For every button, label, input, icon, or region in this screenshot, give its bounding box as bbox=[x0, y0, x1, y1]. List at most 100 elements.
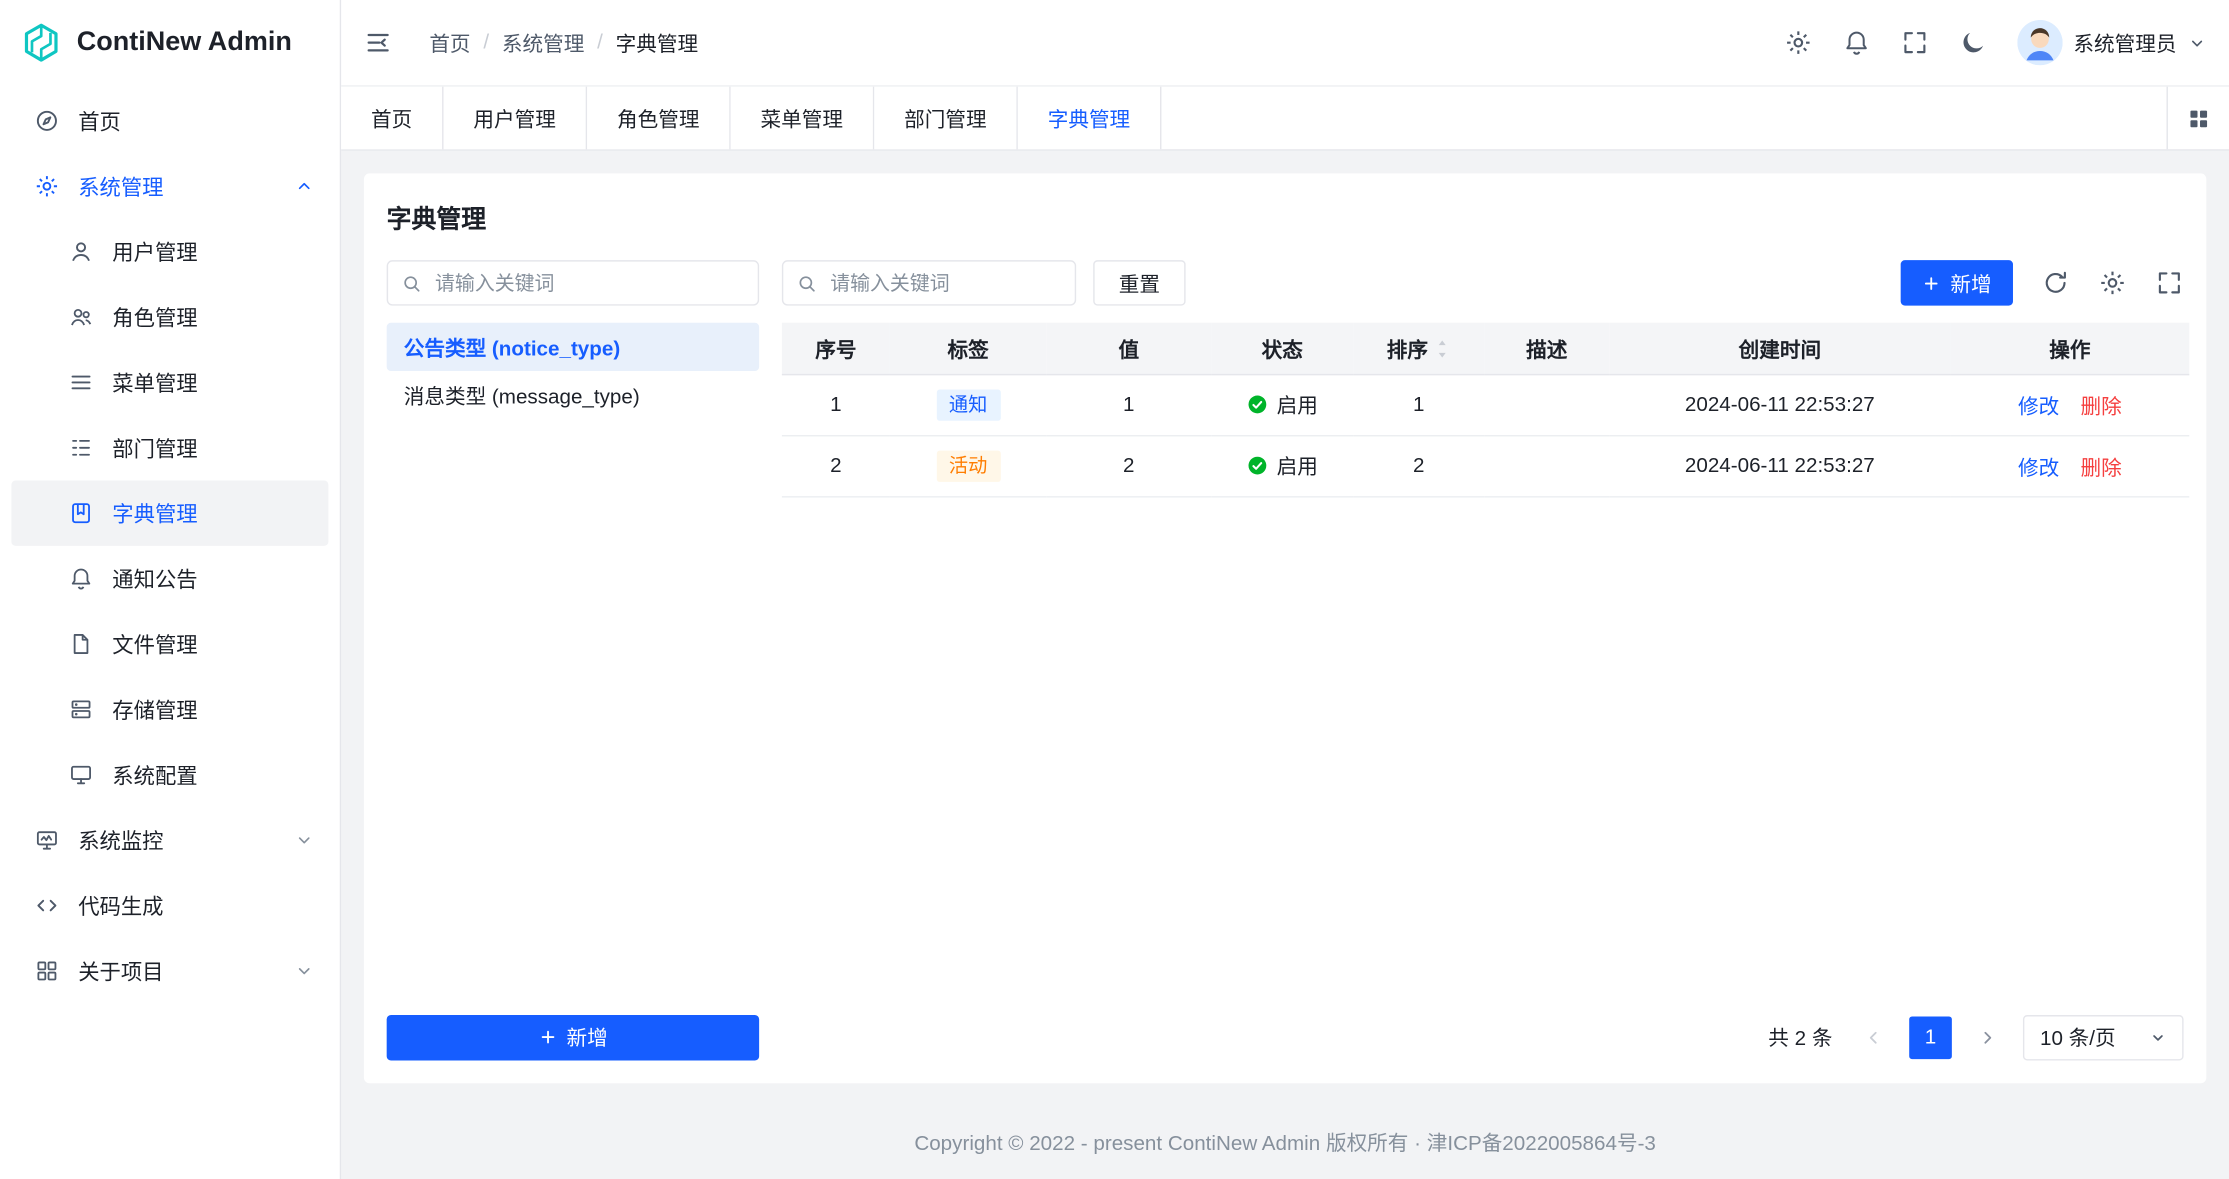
cell-index: 1 bbox=[782, 375, 890, 436]
menu-fold-icon[interactable] bbox=[364, 28, 392, 56]
sidebar-item-label: 代码生成 bbox=[78, 891, 163, 921]
sidebar-item-system-config[interactable]: 系统配置 bbox=[11, 742, 328, 807]
sidebar-item-label: 存储管理 bbox=[112, 694, 197, 724]
breadcrumb-system[interactable]: 系统管理 bbox=[502, 28, 584, 58]
sidebar-item-home[interactable]: 首页 bbox=[11, 88, 328, 153]
desktop-icon bbox=[68, 762, 94, 788]
dict-item-toolbar: 重置 新增 bbox=[782, 260, 2184, 305]
tab-label: 部门管理 bbox=[904, 103, 986, 133]
bell-icon bbox=[68, 566, 94, 592]
sidebar-item-label: 首页 bbox=[78, 106, 121, 136]
sidebar-item-system-management[interactable]: 系统管理 bbox=[11, 154, 328, 219]
add-dict-type-button[interactable]: 新增 bbox=[387, 1014, 759, 1059]
cell-value: 1 bbox=[1046, 375, 1211, 436]
col-sort[interactable]: 排序 bbox=[1353, 323, 1484, 375]
gear-icon bbox=[34, 173, 60, 199]
sidebar-item-label: 角色管理 bbox=[112, 302, 197, 332]
list-icon bbox=[68, 370, 94, 396]
monitor-icon bbox=[34, 827, 60, 853]
pagination-prev-icon[interactable] bbox=[1855, 1019, 1892, 1056]
dict-type-item-notice[interactable]: 公告类型 (notice_type) bbox=[387, 323, 759, 371]
refresh-icon[interactable] bbox=[2041, 269, 2069, 297]
delete-link[interactable]: 删除 bbox=[2081, 396, 2122, 419]
dict-item-table: 序号 标签 值 状态 排序 bbox=[782, 323, 2184, 1015]
chevron-down-icon bbox=[2188, 33, 2206, 51]
logo[interactable]: ContiNew Admin bbox=[0, 0, 340, 85]
page-title: 字典管理 bbox=[387, 200, 2184, 236]
dict-type-item-message[interactable]: 消息类型 (message_type) bbox=[387, 371, 759, 419]
breadcrumb: 首页 / 系统管理 / 字典管理 bbox=[429, 28, 698, 58]
check-circle-icon bbox=[1247, 455, 1268, 476]
dict-type-search-input[interactable] bbox=[387, 260, 759, 305]
code-icon bbox=[34, 893, 60, 919]
column-settings-gear-icon[interactable] bbox=[2098, 269, 2126, 297]
breadcrumb-separator: / bbox=[597, 31, 603, 54]
col-tag: 标签 bbox=[890, 323, 1046, 375]
plus-icon bbox=[1922, 274, 1940, 292]
col-value: 值 bbox=[1046, 323, 1211, 375]
sidebar-item-about-project[interactable]: 关于项目 bbox=[11, 938, 328, 1003]
plus-icon bbox=[538, 1028, 556, 1046]
delete-link[interactable]: 删除 bbox=[2081, 457, 2122, 480]
tab-actions-grid-icon[interactable] bbox=[2167, 87, 2229, 150]
user-name: 系统管理员 bbox=[2073, 28, 2176, 58]
sidebar-item-label: 用户管理 bbox=[112, 237, 197, 267]
tab-department-management[interactable]: 部门管理 bbox=[874, 87, 1018, 150]
pagination-total: 共 2 条 bbox=[1768, 1022, 1832, 1052]
sidebar-item-label: 关于项目 bbox=[78, 956, 163, 986]
dark-mode-moon-icon[interactable] bbox=[1958, 28, 1986, 56]
pagination: 共 2 条 1 10 条/页 bbox=[782, 1014, 2184, 1059]
main-area: 首页 / 系统管理 / 字典管理 bbox=[341, 0, 2229, 1179]
col-index: 序号 bbox=[782, 323, 890, 375]
sidebar-item-department-management[interactable]: 部门管理 bbox=[11, 415, 328, 480]
notification-bell-icon[interactable] bbox=[1842, 28, 1870, 56]
sidebar-item-code-generation[interactable]: 代码生成 bbox=[11, 873, 328, 938]
tab-dict-management[interactable]: 字典管理 bbox=[1018, 87, 1162, 150]
fullscreen-icon[interactable] bbox=[1900, 28, 1928, 56]
tab-role-management[interactable]: 角色管理 bbox=[587, 87, 731, 150]
sidebar-item-user-management[interactable]: 用户管理 bbox=[11, 219, 328, 284]
tab-label: 菜单管理 bbox=[761, 103, 843, 133]
tab-label: 首页 bbox=[371, 103, 412, 133]
tab-menu-management[interactable]: 菜单管理 bbox=[731, 87, 875, 150]
sidebar-item-file-management[interactable]: 文件管理 bbox=[11, 611, 328, 676]
page-size-select[interactable]: 10 条/页 bbox=[2023, 1014, 2184, 1059]
sidebar-item-dict-management[interactable]: 字典管理 bbox=[11, 481, 328, 546]
table-fullscreen-icon[interactable] bbox=[2155, 269, 2183, 297]
edit-link[interactable]: 修改 bbox=[2018, 457, 2059, 480]
col-description: 描述 bbox=[1484, 323, 1609, 375]
tree-list-icon bbox=[68, 435, 94, 461]
tab-home[interactable]: 首页 bbox=[341, 87, 443, 150]
user-menu[interactable]: 系统管理员 bbox=[2017, 20, 2207, 65]
cell-created-at: 2024-06-11 22:53:27 bbox=[1609, 436, 1950, 497]
pagination-page-1[interactable]: 1 bbox=[1909, 1016, 1952, 1059]
top-bar: 首页 / 系统管理 / 字典管理 bbox=[341, 0, 2229, 87]
sidebar-item-label: 系统管理 bbox=[78, 171, 163, 201]
page-content: 字典管理 公告类型 (notice_type) bbox=[341, 151, 2229, 1106]
dict-item-search-input[interactable] bbox=[782, 260, 1076, 305]
sidebar-item-notice[interactable]: 通知公告 bbox=[11, 546, 328, 611]
cell-created-at: 2024-06-11 22:53:27 bbox=[1609, 375, 1950, 436]
tab-user-management[interactable]: 用户管理 bbox=[444, 87, 588, 150]
status-badge: 启用 bbox=[1247, 451, 1318, 481]
settings-gear-icon[interactable] bbox=[1783, 28, 1811, 56]
status-label: 启用 bbox=[1277, 451, 1318, 481]
edit-link[interactable]: 修改 bbox=[2018, 396, 2059, 419]
user-icon bbox=[68, 239, 94, 265]
sidebar-item-menu-management[interactable]: 菜单管理 bbox=[11, 350, 328, 415]
reset-button[interactable]: 重置 bbox=[1093, 260, 1185, 305]
sidebar-item-storage-management[interactable]: 存储管理 bbox=[11, 677, 328, 742]
check-circle-icon bbox=[1247, 394, 1268, 415]
sidebar-item-system-monitor[interactable]: 系统监控 bbox=[11, 807, 328, 872]
pagination-next-icon[interactable] bbox=[1969, 1019, 2006, 1056]
tab-label: 用户管理 bbox=[473, 103, 555, 133]
table-row: 1 通知 1 启用 bbox=[782, 375, 2189, 436]
sidebar-item-role-management[interactable]: 角色管理 bbox=[11, 284, 328, 349]
breadcrumb-separator: / bbox=[483, 31, 489, 54]
add-dict-item-button[interactable]: 新增 bbox=[1901, 260, 2013, 305]
status-label: 启用 bbox=[1277, 390, 1318, 420]
tab-label: 字典管理 bbox=[1048, 103, 1130, 133]
tag-badge: 通知 bbox=[936, 389, 1000, 421]
breadcrumb-home[interactable]: 首页 bbox=[429, 28, 470, 58]
sort-carets-icon[interactable] bbox=[1432, 338, 1450, 359]
